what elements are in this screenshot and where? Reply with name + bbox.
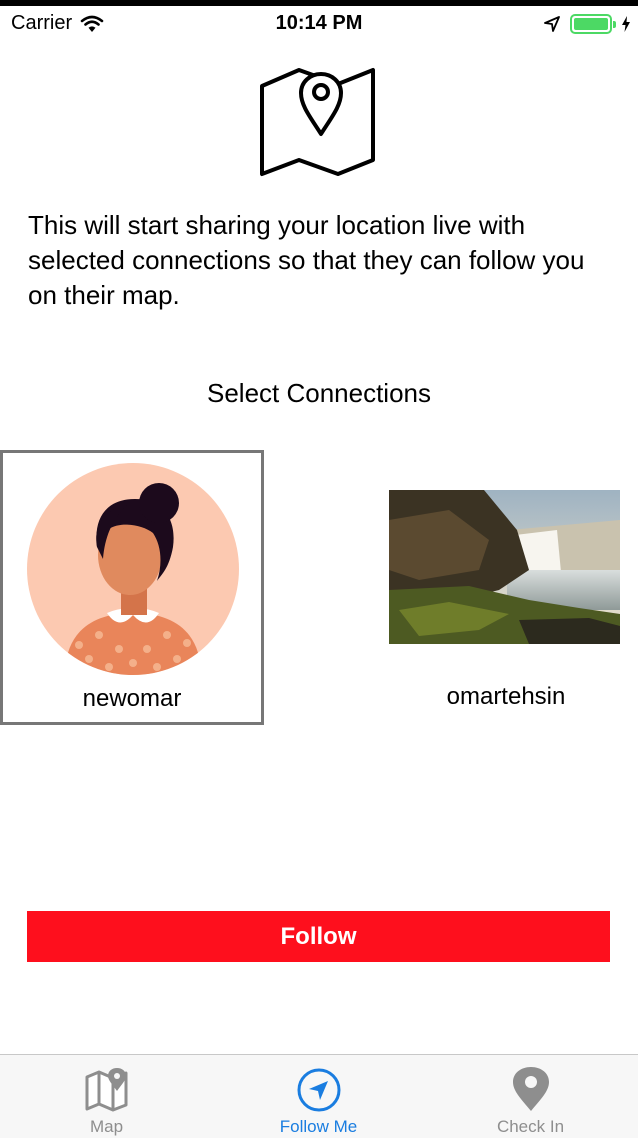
woman-avatar-image <box>27 463 239 675</box>
tab-follow-me[interactable]: Follow Me <box>212 1055 425 1138</box>
tab-map-label: Map <box>89 1117 124 1136</box>
select-connections-title: Select Connections <box>206 378 432 408</box>
description-text: This will start sharing your location li… <box>28 210 585 310</box>
status-bar: Carrier 10:14 PM <box>0 0 638 44</box>
charging-bolt-icon <box>622 16 630 32</box>
map-pin-icon <box>260 68 375 176</box>
connection-card-newomar[interactable]: newomar <box>0 450 264 725</box>
follow-button[interactable]: Follow <box>27 911 610 962</box>
connection-name: omartehsin <box>446 683 566 710</box>
tab-map[interactable]: Map <box>0 1055 213 1138</box>
connection-name: newomar <box>82 685 182 712</box>
location-pin-icon <box>512 1067 549 1111</box>
location-arrow-icon <box>544 16 560 32</box>
map-icon <box>85 1068 127 1112</box>
waterfall-photo-image <box>389 490 620 644</box>
battery-icon <box>570 14 616 34</box>
tab-bar: Map Follow Me Check In <box>0 1054 638 1138</box>
battery-level <box>574 18 608 30</box>
connection-card-omartehsin[interactable]: omartehsin <box>374 450 638 725</box>
tab-check-in[interactable]: Check In <box>424 1055 637 1138</box>
battery-cap <box>613 21 616 28</box>
status-right <box>544 14 630 34</box>
tab-check-in-label: Check In <box>496 1117 565 1136</box>
navigation-arrow-icon <box>297 1068 340 1112</box>
screen: Carrier 10:14 PM This will start sharing… <box>0 0 638 1138</box>
tab-follow-me-label: Follow Me <box>279 1117 358 1136</box>
status-time: 10:14 PM <box>275 12 363 34</box>
